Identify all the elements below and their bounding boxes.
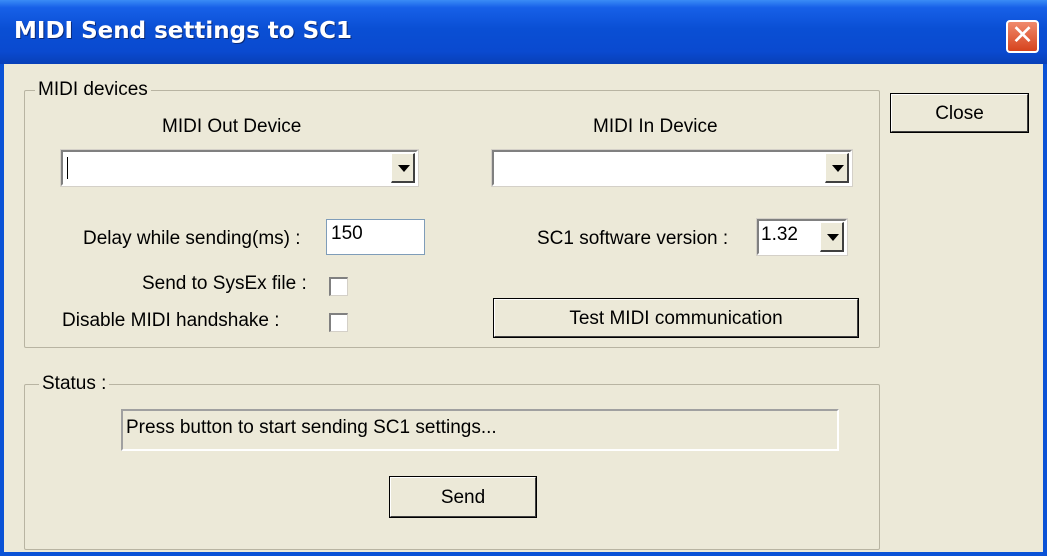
status-message: Press button to start sending SC1 settin…	[121, 409, 839, 451]
chevron-down-icon	[398, 165, 410, 172]
sc1-version-select[interactable]: 1.32	[756, 218, 848, 256]
midi-out-label: MIDI Out Device	[162, 116, 302, 137]
dialog-window: MIDI Send settings to SC1 ✕ MIDI devices…	[0, 0, 1047, 556]
sc1-version-label: SC1 software version :	[537, 228, 729, 249]
midi-out-dropdown-button[interactable]	[391, 153, 415, 183]
status-legend: Status :	[39, 373, 110, 395]
midi-out-select[interactable]	[60, 149, 419, 187]
delay-input[interactable]: 150	[326, 219, 425, 255]
delay-label: Delay while sending(ms) :	[83, 228, 301, 249]
window-title: MIDI Send settings to SC1	[14, 18, 353, 44]
title-bar[interactable]: MIDI Send settings to SC1 ✕	[0, 0, 1047, 64]
sysex-label: Send to SysEx file :	[142, 273, 307, 294]
handshake-label: Disable MIDI handshake :	[62, 310, 280, 331]
midi-in-select[interactable]	[491, 149, 853, 187]
chevron-down-icon	[827, 234, 839, 241]
sc1-version-value: 1.32	[761, 224, 798, 245]
send-button[interactable]: Send	[389, 476, 537, 518]
dialog-client-area: MIDI devices MIDI Out Device MIDI In Dev…	[4, 64, 1043, 552]
midi-devices-legend: MIDI devices	[35, 79, 151, 101]
text-caret	[67, 157, 68, 179]
close-button[interactable]: Close	[890, 93, 1029, 133]
chevron-down-icon	[832, 165, 844, 172]
test-midi-button[interactable]: Test MIDI communication	[493, 298, 859, 338]
midi-in-dropdown-button[interactable]	[825, 153, 849, 183]
close-icon[interactable]: ✕	[1006, 20, 1039, 53]
sysex-checkbox[interactable]	[329, 277, 348, 296]
sc1-version-dropdown-button[interactable]	[820, 222, 844, 252]
midi-in-label: MIDI In Device	[593, 116, 718, 137]
handshake-checkbox[interactable]	[329, 313, 348, 332]
